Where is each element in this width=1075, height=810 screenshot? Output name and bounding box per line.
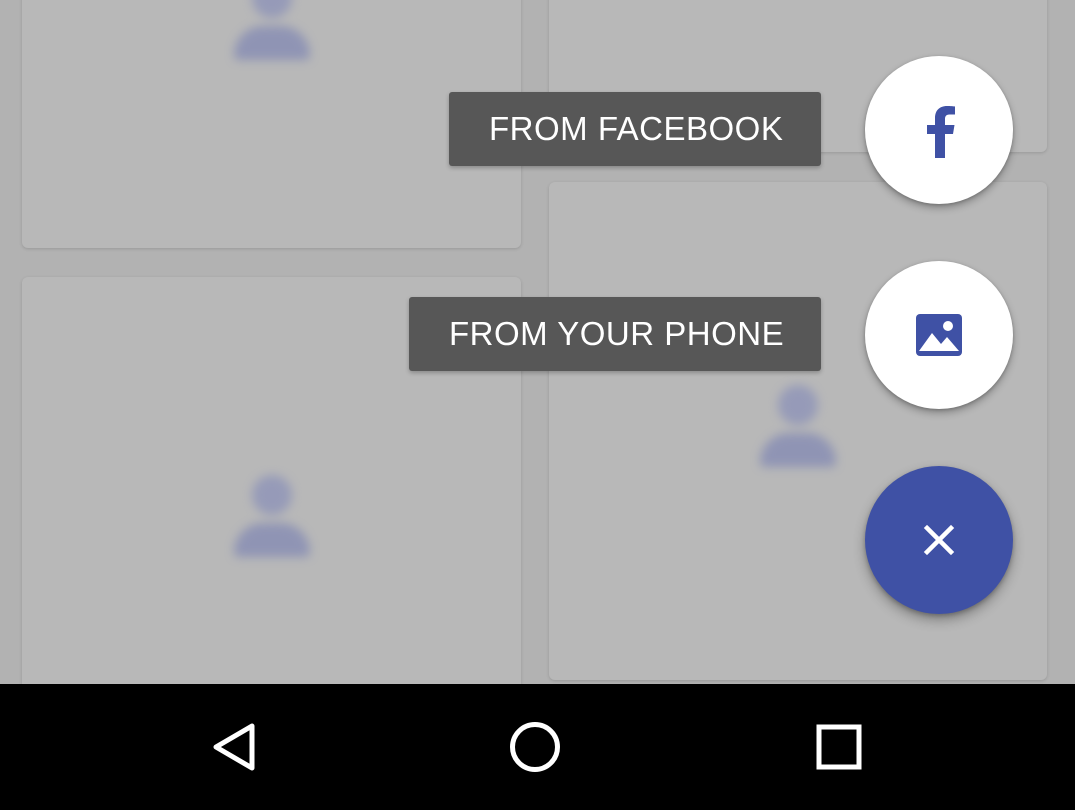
home-button[interactable]	[492, 704, 578, 790]
home-circle-icon	[510, 722, 560, 772]
screen: FROM FACEBOOK FROM YOUR PHONE	[0, 0, 1075, 810]
placeholder-avatar-icon	[748, 377, 848, 477]
placeholder-avatar-icon	[222, 0, 322, 70]
back-triangle-icon	[213, 723, 255, 771]
system-navigation-bar	[0, 684, 1075, 810]
facebook-button[interactable]	[865, 56, 1013, 204]
recents-square-icon	[816, 724, 862, 770]
photo-card[interactable]	[22, 0, 521, 248]
close-menu-button[interactable]	[865, 466, 1013, 614]
back-button[interactable]	[191, 704, 277, 790]
from-facebook-label[interactable]: FROM FACEBOOK	[449, 92, 821, 166]
placeholder-avatar-icon	[222, 467, 322, 567]
facebook-icon	[927, 106, 955, 158]
from-phone-button[interactable]	[865, 261, 1013, 409]
from-your-phone-label[interactable]: FROM YOUR PHONE	[409, 297, 821, 371]
close-icon	[923, 524, 955, 556]
recents-button[interactable]	[796, 704, 882, 790]
image-icon	[916, 314, 962, 356]
